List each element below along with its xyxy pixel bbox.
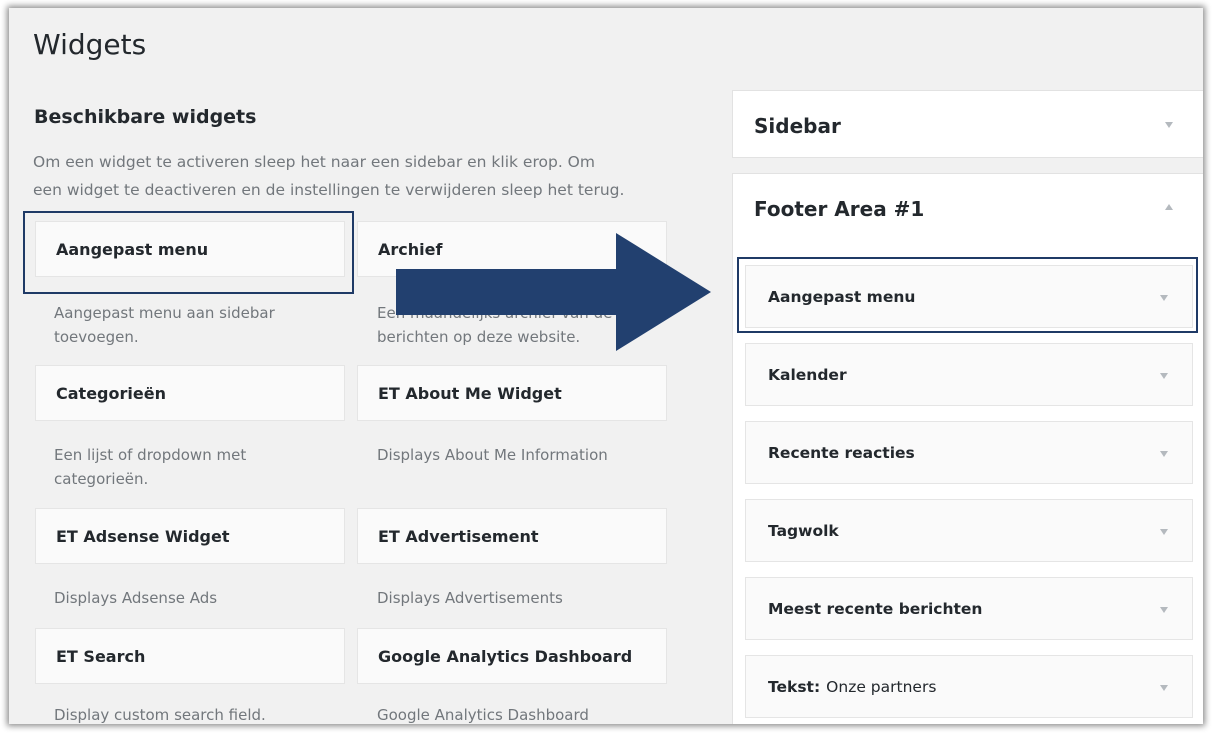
footer-widget-label: Tekst: xyxy=(768,677,821,696)
sidebar-title: Sidebar xyxy=(754,114,841,138)
target-highlight xyxy=(737,257,1198,333)
footer-widget-label: Tagwolk xyxy=(768,521,839,540)
widget-description-line: Displays About Me Information xyxy=(377,446,608,464)
available-widgets-description: Om een widget te activeren sleep het naa… xyxy=(33,148,693,204)
widget-description: Displays Adsense Ads xyxy=(54,586,344,610)
footer-widget-meest-recente-berichten[interactable]: Meest recente berichten xyxy=(745,577,1193,640)
footer-area-title: Footer Area #1 xyxy=(754,197,925,221)
widget-description-line: Display custom search field. xyxy=(54,706,266,724)
footer-widget-kalender[interactable]: Kalender xyxy=(745,343,1193,406)
widget-label: Google Analytics Dashboard xyxy=(378,646,633,666)
caret-down-icon[interactable] xyxy=(1160,607,1168,613)
widget-et-search[interactable]: ET Search xyxy=(35,628,345,684)
description-line: Om een widget te activeren sleep het naa… xyxy=(33,153,595,171)
footer-widget-tagwolk[interactable]: Tagwolk xyxy=(745,499,1193,562)
widget-description: Aangepast menu aan sidebar toevoegen. xyxy=(54,301,344,349)
widget-label: ET Adsense Widget xyxy=(56,526,230,546)
widget-description: Displays About Me Information xyxy=(377,443,667,467)
footer-widget-sublabel: Onze partners xyxy=(826,677,937,696)
widget-description: Displays Advertisements xyxy=(377,586,667,610)
footer-widget-label: Kalender xyxy=(768,365,847,384)
source-highlight xyxy=(23,211,354,294)
available-widgets-title: Beschikbare widgets xyxy=(34,106,257,128)
widget-description-line: categorieën. xyxy=(54,470,149,488)
widget-label: ET Search xyxy=(56,646,146,666)
widget-description-line: Displays Adsense Ads xyxy=(54,589,218,607)
widget-google-analytics-dashboard[interactable]: Google Analytics Dashboard xyxy=(357,628,667,684)
widget-et-about-me[interactable]: ET About Me Widget xyxy=(357,365,667,421)
description-line: een widget te deactiveren en de instelli… xyxy=(33,181,625,199)
caret-up-icon[interactable] xyxy=(1165,204,1173,210)
widget-et-adsense[interactable]: ET Adsense Widget xyxy=(35,508,345,564)
widget-et-advertisement[interactable]: ET Advertisement xyxy=(357,508,667,564)
footer-widget-recente-reacties[interactable]: Recente reacties xyxy=(745,421,1193,484)
widget-label: Categorieën xyxy=(56,383,166,403)
widget-description-line: Aangepast menu aan sidebar xyxy=(54,304,275,322)
footer-widget-label: Meest recente berichten xyxy=(768,599,983,618)
widget-description: Google Analytics Dashboard xyxy=(377,703,667,724)
widget-description: Display custom search field. xyxy=(54,703,344,724)
footer-widget-tekst[interactable]: Tekst: Onze partners xyxy=(745,655,1193,718)
widget-description-line: Displays Advertisements xyxy=(377,589,563,607)
caret-down-icon[interactable] xyxy=(1160,373,1168,379)
caret-down-icon[interactable] xyxy=(1160,529,1168,535)
widget-label: ET Advertisement xyxy=(378,526,539,546)
widget-description: Een lijst of dropdown met categorieën. xyxy=(54,443,344,491)
caret-down-icon[interactable] xyxy=(1165,122,1173,128)
caret-down-icon[interactable] xyxy=(1160,685,1168,691)
drag-arrow-icon xyxy=(396,233,711,351)
widget-description-line: Een lijst of dropdown met xyxy=(54,446,247,464)
widgets-screen: Widgets Beschikbare widgets Om een widge… xyxy=(9,8,1203,724)
sidebar-panel[interactable]: Sidebar xyxy=(732,90,1203,158)
widget-description-line: Google Analytics Dashboard xyxy=(377,706,589,724)
page-title: Widgets xyxy=(33,28,147,61)
footer-widget-label: Recente reacties xyxy=(768,443,915,462)
widget-description-line: toevoegen. xyxy=(54,328,139,346)
caret-down-icon[interactable] xyxy=(1160,451,1168,457)
widget-label: ET About Me Widget xyxy=(378,383,562,403)
widget-categorieen[interactable]: Categorieën xyxy=(35,365,345,421)
